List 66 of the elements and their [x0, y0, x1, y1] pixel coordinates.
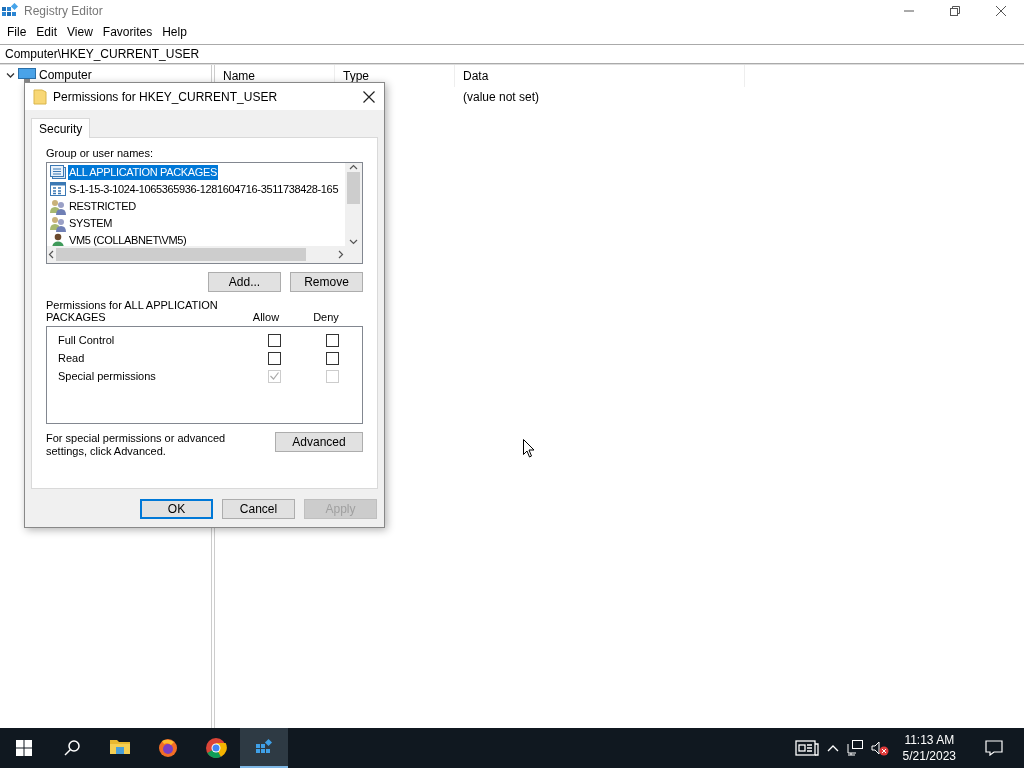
- list-item[interactable]: RESTRICTED: [68, 199, 137, 214]
- list-item[interactable]: ALL APPLICATION PACKAGES: [68, 165, 218, 180]
- scroll-left-icon[interactable]: [47, 250, 56, 259]
- scrollbar-thumb[interactable]: [347, 172, 360, 204]
- column-header: Allow: [251, 311, 281, 323]
- permission-name: Special permissions: [58, 370, 157, 382]
- permission-name: Full Control: [58, 334, 116, 346]
- label: Permissions for ALL APPLICATION PACKAGES: [46, 299, 219, 323]
- package-icon: [50, 164, 66, 181]
- menu-item[interactable]: Help: [157, 25, 192, 39]
- dialog-title: Permissions for HKEY_CURRENT_USER: [53, 89, 278, 104]
- menu-item[interactable]: Favorites: [97, 25, 158, 39]
- clock-date[interactable]: 5/21/2023: [902, 748, 956, 764]
- list-item[interactable]: VM5 (COLLABNET\VM5): [68, 233, 188, 246]
- firefox-icon: [157, 737, 179, 759]
- taskbar-button[interactable]: [240, 728, 288, 768]
- permission-name: Read: [58, 352, 86, 364]
- chevron-up-icon[interactable]: [826, 744, 839, 752]
- search-icon: [64, 740, 80, 756]
- news-icon[interactable]: [794, 739, 819, 757]
- speech-bubble-icon: [985, 740, 1003, 756]
- close-icon: [363, 90, 375, 103]
- checkbox[interactable]: [326, 333, 340, 347]
- user-group-icon: [50, 198, 66, 215]
- scroll-up-icon[interactable]: [349, 163, 358, 172]
- menu-item[interactable]: Edit: [31, 25, 63, 39]
- registry-icon: [2, 3, 18, 19]
- button[interactable]: Add...: [208, 272, 281, 292]
- list-item[interactable]: SYSTEM: [68, 216, 114, 231]
- column-header: Deny: [312, 311, 340, 323]
- grid-icon: [50, 181, 66, 198]
- windows-icon: [16, 740, 32, 756]
- scrollbar-thumb[interactable]: [56, 248, 306, 261]
- label: Group or user names:: [46, 147, 154, 159]
- checkbox[interactable]: [326, 351, 340, 365]
- tab[interactable]: Security: [31, 118, 91, 138]
- chevron-down-icon[interactable]: [6, 70, 15, 80]
- checkbox[interactable]: [268, 333, 282, 347]
- button[interactable]: OK: [140, 499, 213, 519]
- menu-item[interactable]: File: [2, 25, 32, 39]
- button[interactable]: Remove: [290, 272, 363, 292]
- column-header[interactable]: Data: [455, 65, 745, 87]
- clock-time[interactable]: 11:13 AM: [904, 732, 955, 748]
- folder-icon: [33, 88, 47, 105]
- checkbox[interactable]: [268, 351, 282, 365]
- tree-item[interactable]: Computer: [39, 68, 92, 82]
- address-bar[interactable]: Computer\HKEY_CURRENT_USER: [0, 44, 1024, 64]
- horizontal-scrollbar[interactable]: [47, 246, 345, 263]
- button[interactable]: Cancel: [222, 499, 295, 519]
- close-icon: [996, 6, 1006, 16]
- network-icon[interactable]: [846, 740, 863, 756]
- table-cell-text: (value not set): [462, 90, 541, 104]
- speaker-muted-icon[interactable]: [870, 740, 889, 756]
- list-item[interactable]: S-1-15-3-1024-1065365936-1281604716-3511738428-165: [68, 182, 340, 197]
- vertical-scrollbar[interactable]: [345, 163, 362, 246]
- help-text: For special permissions or advanced settings, click Advanced.: [46, 432, 227, 458]
- window-title: Registry Editor: [24, 4, 103, 18]
- mouse-cursor-icon: [523, 439, 535, 458]
- menu-item[interactable]: View: [62, 25, 98, 39]
- user-group-icon: [50, 215, 66, 232]
- chrome-icon: [205, 737, 227, 759]
- advanced-button[interactable]: Advanced: [275, 432, 363, 452]
- scroll-right-icon[interactable]: [336, 250, 345, 259]
- scroll-down-icon[interactable]: [349, 237, 358, 246]
- restore-icon: [950, 6, 960, 16]
- user-list[interactable]: ALL APPLICATION PACKAGES S-1-15-3-1024-1065365936-1281604716-3511738428-165 RESTRICTED SYSTEM VM5 (COLLABNET\VM5): [46, 162, 363, 264]
